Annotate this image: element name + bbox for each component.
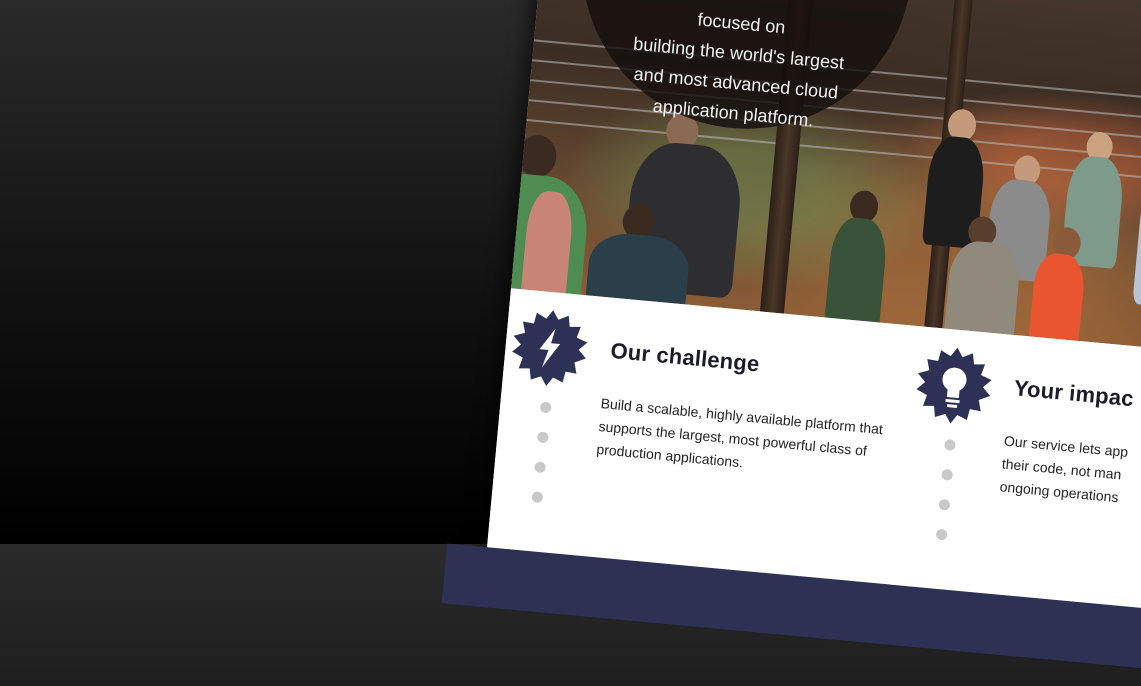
timeline-dot — [534, 461, 547, 474]
timeline-dot — [943, 439, 956, 451]
timeline-dot — [539, 401, 552, 414]
feature-description: Build a scalable, highly available platf… — [595, 392, 900, 488]
feature-title: Our challenge — [609, 337, 761, 377]
lightbulb-icon — [913, 344, 996, 427]
timeline-dot — [941, 468, 954, 481]
feature-title: Your impac — [1012, 375, 1135, 412]
website-page: focused on building the world's largest … — [441, 0, 1141, 686]
timeline-dot — [938, 498, 951, 511]
feature-description: Our service lets app their code, not man… — [999, 430, 1141, 526]
timeline-dot — [536, 431, 549, 444]
timeline-dot — [531, 491, 544, 504]
timeline-dot — [935, 528, 948, 541]
hero-headline: focused on building the world's largest … — [582, 0, 892, 142]
lightning-icon — [508, 307, 591, 390]
